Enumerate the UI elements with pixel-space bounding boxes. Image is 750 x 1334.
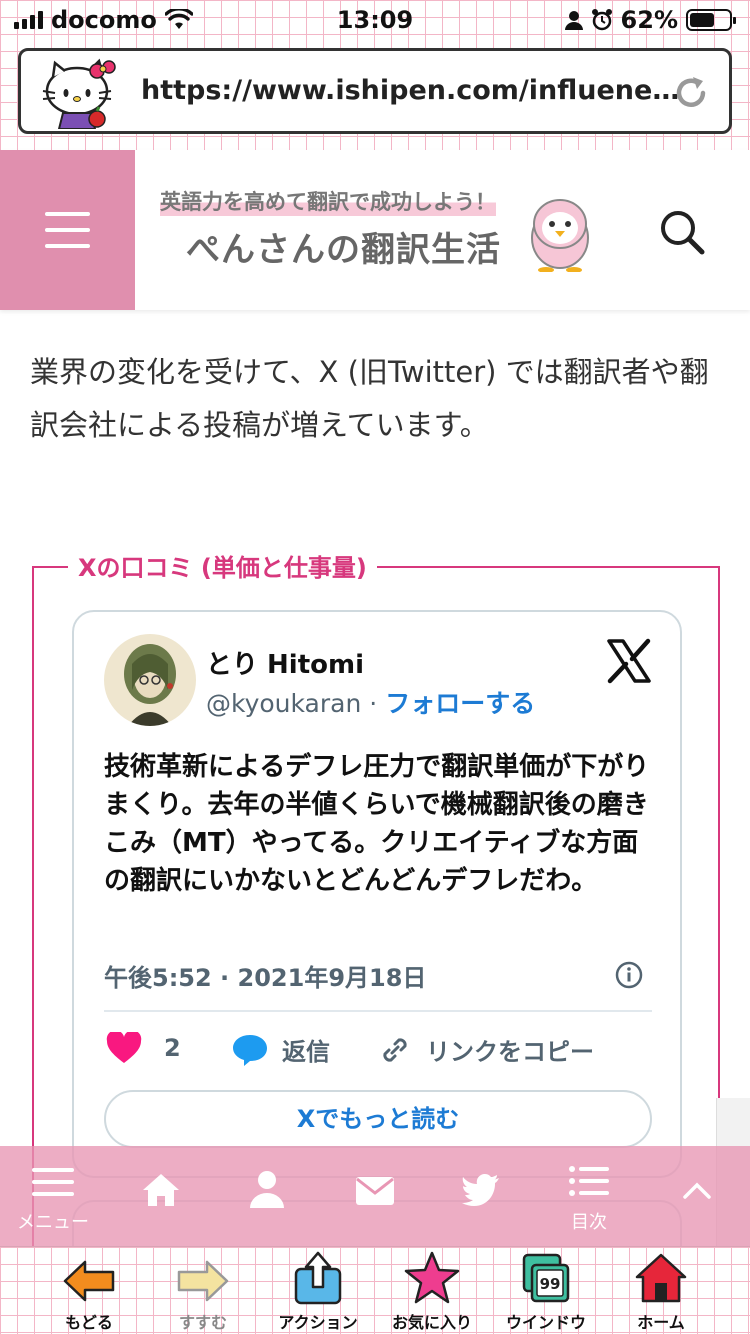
tweet-handle-separator: ·: [369, 689, 378, 718]
battery-fill: [690, 13, 714, 27]
reload-icon[interactable]: [671, 73, 711, 113]
copy-link-action[interactable]: リンクをコピー: [378, 1032, 594, 1067]
copy-link-label: リンクをコピー: [426, 1038, 594, 1066]
status-bar: docomo 13:09 62%: [0, 0, 750, 40]
toolbar-home[interactable]: ホーム: [605, 1247, 717, 1334]
toolbar-windows[interactable]: 99 ウインドウ: [490, 1247, 602, 1334]
tweet-author-name[interactable]: とり Hitomi: [206, 644, 364, 681]
battery-percent: 62%: [620, 6, 678, 34]
tweet-text: 技術革新によるデフレ圧力で翻訳単価が下がりまくり。去年の半値くらいで機械翻訳後の…: [104, 752, 650, 896]
toolbar-favorites-label: お気に入り: [391, 1313, 472, 1332]
article-lead-paragraph: 業界の変化を受けて、X (旧Twitter) では翻訳者や翻訳会社による投稿が増…: [30, 355, 709, 442]
heart-icon: [106, 1032, 142, 1063]
chevron-up-icon: [683, 1182, 711, 1199]
site-logo[interactable]: 英語力を高めて翻訳で成功しよう！ ぺんさんの翻訳生活: [150, 182, 600, 278]
toolbar-back-label: もどる: [65, 1313, 113, 1332]
reply-label: 返信: [282, 1038, 330, 1066]
battery-icon: [686, 9, 736, 31]
like-action[interactable]: 2: [106, 1032, 181, 1064]
person-icon: [250, 1171, 284, 1208]
x-logo-icon[interactable]: [606, 638, 652, 684]
toolbar-action-label: アクション: [278, 1313, 358, 1332]
share-icon: [294, 1251, 342, 1305]
tweet-handle[interactable]: @kyoukaran: [206, 689, 361, 718]
nav-mail[interactable]: [322, 1146, 428, 1246]
quote-box-label: Xの口コミ (単価と仕事量): [68, 548, 377, 583]
star-icon: [404, 1251, 460, 1304]
site-header: 英語力を高めて翻訳で成功しよう！ ぺんさんの翻訳生活: [0, 150, 750, 310]
nav-menu[interactable]: メニュー: [0, 1146, 106, 1246]
home-icon: [635, 1253, 687, 1303]
browser-toolbar: もどる すすむ アクション お気に入り 99 ウインドウ ホーム: [0, 1246, 750, 1334]
twitter-bird-icon: [462, 1174, 499, 1206]
url-text[interactable]: https://www.ishipen.com/influenece-...: [141, 75, 681, 106]
follow-link[interactable]: フォローする: [385, 689, 535, 718]
toolbar-forward[interactable]: すすむ: [147, 1247, 259, 1334]
link-icon: [383, 1037, 407, 1062]
toolbar-action[interactable]: アクション: [262, 1247, 374, 1334]
toolbar-back[interactable]: もどる: [33, 1247, 145, 1334]
nav-home[interactable]: [108, 1146, 214, 1246]
nav-back-to-top[interactable]: [644, 1146, 750, 1246]
person-icon: [564, 11, 583, 30]
back-arrow-icon: [63, 1260, 115, 1302]
toolbar-favorites[interactable]: お気に入り: [376, 1247, 488, 1334]
avatar[interactable]: [104, 634, 196, 726]
logo-title: ぺんさんの翻訳生活: [186, 230, 501, 270]
nav-toc-label: 目次: [571, 1212, 607, 1233]
tweet-card[interactable]: とり Hitomi @kyoukaran · フォローする 技術革新によるデフレ…: [72, 610, 682, 1178]
tweet-divider: [104, 1010, 652, 1012]
nav-toc[interactable]: 目次: [536, 1146, 642, 1246]
read-more-button[interactable]: Xでもっと読む: [104, 1090, 652, 1148]
nav-menu-label: メニュー: [17, 1212, 89, 1233]
penguin-mascot-icon: [531, 199, 589, 272]
tweet-actions: 2 返信 リンクをコピー: [104, 1032, 664, 1072]
info-icon[interactable]: [614, 960, 644, 990]
hello-kitty-icon: [42, 58, 116, 129]
logo-tagline: 英語力を高めて翻訳で成功しよう！: [160, 186, 496, 216]
address-bar[interactable]: https://www.ishipen.com/influenece-...: [18, 48, 732, 134]
home-icon: [143, 1174, 179, 1206]
toolbar-home-label: ホーム: [637, 1313, 685, 1332]
hamburger-icon: [32, 1168, 74, 1196]
forward-arrow-icon: [177, 1260, 229, 1302]
alarm-icon: [591, 9, 612, 31]
like-count: 2: [164, 1034, 181, 1062]
nav-twitter[interactable]: [428, 1146, 534, 1246]
reply-action[interactable]: 返信: [232, 1032, 330, 1067]
hamburger-menu-button[interactable]: [0, 150, 135, 310]
toolbar-forward-label: すすむ: [178, 1313, 227, 1332]
nav-profile[interactable]: [214, 1146, 320, 1246]
windows-icon: 99: [522, 1253, 570, 1303]
tweet-date[interactable]: 午後5:52 · 2021年9月18日: [104, 958, 426, 993]
mail-icon: [356, 1177, 394, 1205]
windows-count: 99: [540, 1275, 561, 1293]
tweet-author-line: @kyoukaran · フォローする: [206, 684, 535, 720]
list-icon: [569, 1166, 609, 1196]
search-icon[interactable]: [656, 206, 708, 258]
toolbar-windows-label: ウインドウ: [505, 1313, 586, 1332]
status-right: 62%: [564, 6, 736, 34]
speech-bubble-icon: [233, 1034, 267, 1066]
site-bottom-nav: メニュー 目次: [0, 1146, 750, 1246]
